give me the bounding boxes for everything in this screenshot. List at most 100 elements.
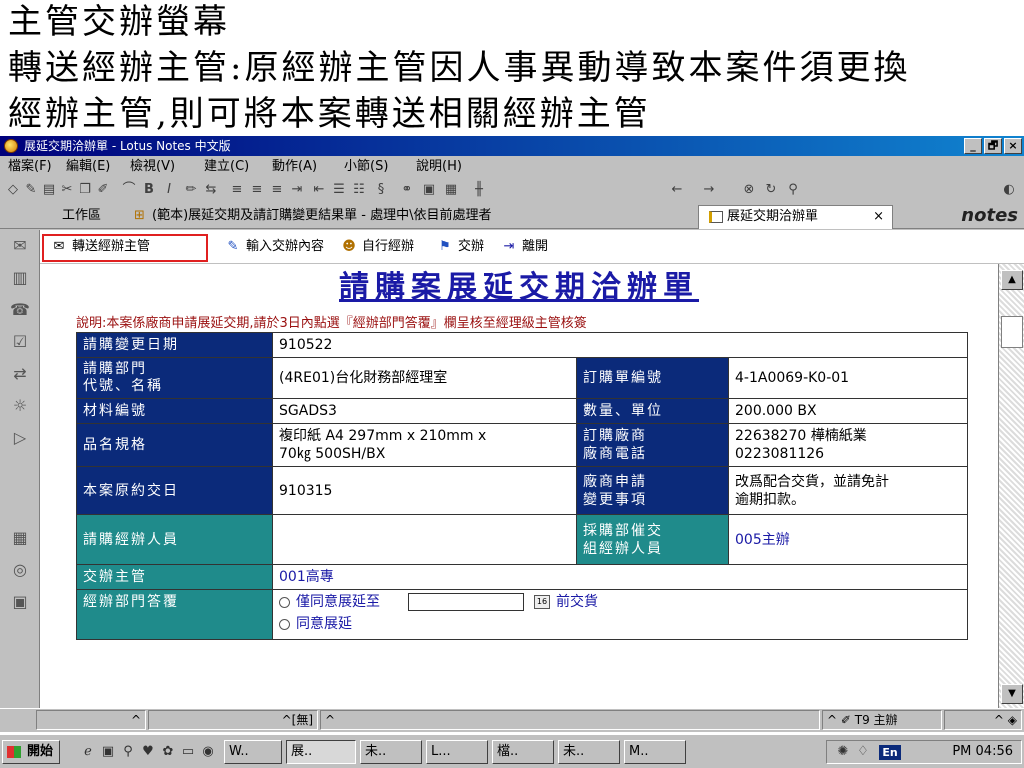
tab-workspace[interactable]: 工作區 — [62, 203, 101, 229]
database-bookmark-icon[interactable]: ▷ — [10, 428, 30, 448]
grid-icon[interactable]: ╫ — [470, 181, 488, 199]
align-right-icon[interactable]: ≡ — [268, 181, 286, 199]
orig-date-label: 本案原約交日 — [76, 466, 273, 515]
bold-icon[interactable]: B — [140, 181, 158, 199]
folder-quicklaunch-icon[interactable]: ▭ — [180, 744, 196, 760]
task-l[interactable]: L... — [426, 740, 488, 764]
explorer-quicklaunch-icon[interactable]: ⚲ — [120, 744, 136, 760]
calendar-button[interactable]: 16 — [534, 595, 550, 609]
replicator-bookmark-icon[interactable]: ⇄ — [10, 364, 30, 384]
outlook-quicklaunch-icon[interactable]: ◉ — [200, 744, 216, 760]
task-m[interactable]: M.. — [624, 740, 686, 764]
link-icon[interactable]: ⚭ — [398, 181, 416, 199]
ie-quicklaunch-icon[interactable]: ℯ — [80, 744, 96, 760]
align-left-icon[interactable]: ≡ — [228, 181, 246, 199]
web-bookmark-icon[interactable]: ☼ — [10, 396, 30, 416]
task-untitled-1[interactable]: 未.. — [360, 740, 422, 764]
menu-file[interactable]: 檔案(F) — [8, 157, 52, 177]
radio-extend-until[interactable] — [279, 596, 290, 608]
assign-button[interactable]: ⚑ 交辦 — [436, 238, 484, 256]
document-body: 請購案展延交期洽辦單 說明:本案係廠商申請展延交期,請於3日內點選『經辦部門答覆… — [40, 264, 998, 708]
vendor-value: 22638270 樺楠紙業 0223081126 — [728, 423, 968, 467]
input-language-indicator[interactable]: En — [879, 745, 901, 760]
radio-agree-extend[interactable] — [279, 618, 290, 630]
tray-app-icon[interactable]: ✺ — [835, 744, 851, 760]
attach-icon[interactable]: ⌒ — [120, 181, 138, 199]
tab-close-icon[interactable]: × — [873, 206, 884, 228]
status-mail-indicator[interactable]: ^ ◈ — [944, 710, 1022, 730]
number-list-icon[interactable]: ☷ — [350, 181, 368, 199]
forward-supervisor-button[interactable]: ✉ 轉送經辦主管 — [50, 238, 150, 256]
news-bookmark-icon[interactable]: ▣ — [10, 592, 30, 612]
outdent-icon[interactable]: ⇤ — [310, 181, 328, 199]
title-bar[interactable]: 展延交期洽辦單 - Lotus Notes 中文版 _ 🗗 × — [0, 136, 1024, 156]
stop-icon[interactable]: ⊗ — [740, 181, 758, 199]
scroll-thumb[interactable] — [1001, 316, 1023, 348]
task-word[interactable]: W.. — [224, 740, 282, 764]
exit-button[interactable]: ⇥ 離開 — [500, 238, 548, 256]
extend-date-input[interactable] — [408, 593, 524, 611]
scroll-up-button[interactable]: ▲ — [1001, 270, 1023, 290]
slide-line-2: 轉送經辦主管:原經辦主管因人事異動導致本案件須更換 — [8, 48, 911, 88]
copy-icon[interactable]: ❐ — [76, 181, 94, 199]
status-segment-2[interactable]: ^[無] — [148, 710, 318, 730]
tray-network-icon[interactable]: ♢ — [855, 744, 871, 760]
task-notes[interactable]: 展.. — [286, 740, 356, 764]
paint-quicklaunch-icon[interactable]: ✿ — [160, 744, 176, 760]
mail-bookmark-icon[interactable]: ✉ — [10, 236, 30, 256]
folder-bookmark-icon[interactable]: ▦ — [10, 528, 30, 548]
tab-document[interactable]: 展延交期洽辦單 × — [698, 205, 893, 229]
enter-assignment-button[interactable]: ✎ 輸入交辦內容 — [224, 238, 324, 256]
close-button[interactable]: × — [1004, 138, 1022, 154]
address-bookmark-icon[interactable]: ☎ — [10, 300, 30, 320]
window-controls: _ 🗗 × — [964, 138, 1022, 154]
start-button[interactable]: 開始 — [2, 740, 61, 764]
globe-bookmark-icon[interactable]: ◎ — [10, 560, 30, 580]
reply-option-2: 同意展延 — [279, 615, 961, 633]
italic-icon[interactable]: I — [160, 181, 178, 199]
menu-help[interactable]: 說明(H) — [416, 157, 462, 177]
handler-value — [272, 514, 577, 565]
lotus-notes-app-icon — [4, 139, 18, 153]
menu-section[interactable]: 小節(S) — [344, 157, 388, 177]
scroll-down-button[interactable]: ▼ — [1001, 684, 1023, 704]
style-icon[interactable]: § — [372, 181, 390, 199]
person-icon: ☻ — [342, 239, 356, 254]
tab-view[interactable]: (範本)展延交期及請訂購變更結果單 - 處理中\依目前處理者 — [152, 203, 491, 229]
vertical-scrollbar[interactable]: ▲ ▼ — [998, 264, 1024, 708]
restore-button[interactable]: 🗗 — [984, 138, 1002, 154]
menu-view[interactable]: 檢視(V) — [130, 157, 175, 177]
menu-create[interactable]: 建立(C) — [204, 157, 249, 177]
indent-icon[interactable]: ⇥ — [288, 181, 306, 199]
qty-value: 200.000 BX — [728, 398, 968, 424]
table-icon[interactable]: ▦ — [442, 181, 460, 199]
task-files[interactable]: 檔.. — [492, 740, 554, 764]
self-handle-button[interactable]: ☻ 自行經辦 — [340, 238, 414, 256]
spell-check-icon[interactable]: ▣ — [420, 181, 438, 199]
app-quicklaunch-icon[interactable]: ♥ — [140, 744, 156, 760]
menu-edit[interactable]: 編輯(E) — [66, 157, 110, 177]
slide-heading: 主管交辦螢幕 轉送經辦主管:原經辦主管因人事異動導致本案件須更換 經辦主管,則可… — [0, 0, 1024, 134]
cut-icon[interactable]: ✂ — [58, 181, 76, 199]
align-center-icon[interactable]: ≡ — [248, 181, 266, 199]
todo-bookmark-icon[interactable]: ☑ — [10, 332, 30, 352]
status-segment-1[interactable]: ^ — [36, 710, 146, 730]
minimize-button[interactable]: _ — [964, 138, 982, 154]
task-untitled-2[interactable]: 未.. — [558, 740, 620, 764]
edit-icon[interactable]: ✎ — [22, 181, 40, 199]
status-location[interactable]: ^ ✐ T9 主辦 — [822, 710, 942, 730]
forward-icon[interactable]: → — [700, 181, 718, 199]
paste-icon[interactable]: ✐ — [94, 181, 112, 199]
bullet-list-icon[interactable]: ☰ — [330, 181, 348, 199]
highlight-icon[interactable]: ✏ — [182, 181, 200, 199]
search-icon[interactable]: ⚲ — [784, 181, 802, 199]
status-segment-3[interactable]: ^ — [320, 710, 820, 730]
save-icon[interactable]: ▤ — [40, 181, 58, 199]
menu-actions[interactable]: 動作(A) — [272, 157, 317, 177]
desktop-quicklaunch-icon[interactable]: ▣ — [100, 744, 116, 760]
back-icon[interactable]: ← — [668, 181, 686, 199]
permanent-pen-icon[interactable]: ⇆ — [202, 181, 220, 199]
refresh-icon[interactable]: ↻ — [762, 181, 780, 199]
calendar-bookmark-icon[interactable]: ▥ — [10, 268, 30, 288]
properties-icon[interactable]: ◇ — [4, 181, 22, 199]
